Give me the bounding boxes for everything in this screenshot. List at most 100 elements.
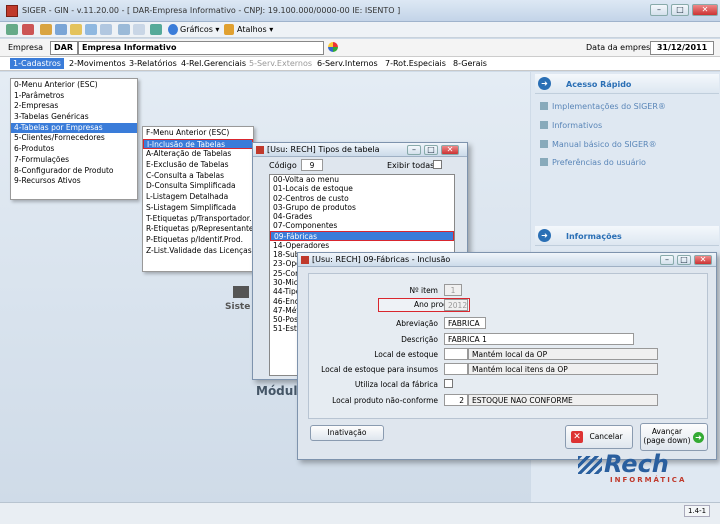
window-icon[interactable] xyxy=(118,24,130,35)
menu-item[interactable]: Z-List.Validade das Licenças xyxy=(143,246,253,257)
list-item[interactable]: 04-Grades xyxy=(270,212,454,221)
inativacao-button[interactable]: Inativação xyxy=(310,425,384,441)
link-informativos[interactable]: Informativos xyxy=(552,121,602,130)
menu-item-tabelas-empresas[interactable]: 4-Tabelas por Empresas xyxy=(11,122,137,134)
help-icon[interactable] xyxy=(150,24,162,35)
close-button[interactable]: ✕ xyxy=(441,145,459,155)
cadastros-menu: 0-Menu Anterior (ESC) 1-Parâmetros 2-Emp… xyxy=(10,78,138,200)
minimize-button[interactable]: – xyxy=(660,255,674,265)
menu-relatorios[interactable]: 3-Relatórios xyxy=(126,58,180,69)
empresa-name-field[interactable]: Empresa Informativo xyxy=(78,41,324,55)
data-empresa-label: Data da empresa xyxy=(586,43,656,52)
link-manual[interactable]: Manual básico do SIGER® xyxy=(552,140,657,149)
descricao-field[interactable]: FABRICA 1 xyxy=(444,333,634,345)
tipos-window-controls: – □ ✕ xyxy=(407,145,459,155)
app-icon xyxy=(6,5,18,17)
menu-serv-internos[interactable]: 6-Serv.Internos xyxy=(314,58,381,69)
graficos-menu[interactable]: Gráficos ▾ xyxy=(180,25,219,34)
restore-button[interactable]: □ xyxy=(677,255,691,265)
star-icon[interactable] xyxy=(70,24,82,35)
list-item[interactable]: 14-Operadores xyxy=(270,241,454,250)
home-icon[interactable] xyxy=(6,24,18,35)
menu-rot-especiais[interactable]: 7-Rot.Especiais xyxy=(382,58,449,69)
menu-item[interactable]: A-Alteração de Tabelas xyxy=(143,149,253,160)
avancar-button[interactable]: Avançar (page down) ➜ xyxy=(640,423,708,451)
menu-item[interactable]: 3-Tabelas Genéricas xyxy=(11,112,137,123)
link-implementacoes[interactable]: Implementações do SIGER® xyxy=(552,102,666,111)
fabricas-window-controls: – □ ✕ xyxy=(660,255,712,265)
menu-item[interactable]: 8-Configurador de Produto xyxy=(11,166,137,177)
exit-icon[interactable] xyxy=(22,24,34,35)
minimize-button[interactable]: – xyxy=(650,4,668,16)
menu-item[interactable]: R-Etiquetas p/Representantes xyxy=(143,224,257,235)
exibir-todas-checkbox[interactable] xyxy=(433,160,442,169)
menu-item[interactable]: C-Consulta a Tabelas xyxy=(143,171,253,182)
menu-item[interactable]: T-Etiquetas p/Transportador. xyxy=(143,214,253,225)
close-button[interactable]: ✕ xyxy=(694,255,712,265)
menu-cadastros[interactable]: 1-Cadastros xyxy=(10,58,64,69)
abreviacao-field[interactable]: FABRICA xyxy=(444,317,486,329)
menu-item[interactable]: 7-Formulações xyxy=(11,155,137,166)
menu-item[interactable]: 0-Menu Anterior (ESC) xyxy=(11,80,137,91)
shortcut-icon xyxy=(224,24,234,35)
empresa-code-field[interactable]: DAR xyxy=(50,41,78,55)
codigo-label: Código xyxy=(269,161,297,170)
menu-item[interactable]: 5-Clientes/Fornecedores xyxy=(11,133,137,144)
color-wheel-icon[interactable] xyxy=(328,42,338,52)
restore-button[interactable]: □ xyxy=(424,145,438,155)
minimize-button[interactable]: – xyxy=(407,145,421,155)
exibir-todas-label: Exibir todas xyxy=(387,161,435,170)
utiliza-local-checkbox[interactable] xyxy=(444,379,453,388)
menu-rel-gerenciais[interactable]: 4-Rel.Gerenciais xyxy=(178,58,249,69)
informacoes-header xyxy=(535,226,719,246)
wrench-icon xyxy=(540,102,548,110)
list-item[interactable]: 00-Volta ao menu xyxy=(270,175,454,184)
email-icon[interactable] xyxy=(100,24,112,35)
restore-button[interactable]: □ xyxy=(671,4,689,16)
nao-conforme-label: Local produto não-conforme xyxy=(332,396,438,405)
menu-serv-externos[interactable]: 5-Serv.Externos xyxy=(246,58,315,69)
local-insumos-label: Local de estoque para insumos xyxy=(321,365,438,374)
modulo-text: Módul xyxy=(256,384,298,398)
menu-item[interactable]: P-Etiquetas p/Identif.Prod. xyxy=(143,235,253,246)
menu-item[interactable]: E-Exclusão de Tabelas xyxy=(143,160,253,171)
folder-icon[interactable] xyxy=(40,24,52,35)
nao-conforme-code-field[interactable]: 2 xyxy=(444,394,468,406)
printer-icon[interactable] xyxy=(133,24,145,35)
close-button[interactable]: ✕ xyxy=(692,4,718,16)
local-estoque-code-field[interactable] xyxy=(444,348,468,360)
menu-item[interactable]: S-Listagem Simplificada xyxy=(143,203,253,214)
calculator-icon[interactable] xyxy=(55,24,67,35)
list-item[interactable]: 03-Grupo de produtos xyxy=(270,203,454,212)
avancar-label: Avançar xyxy=(651,427,683,436)
menu-item[interactable]: L-Listagem Detalhada xyxy=(143,192,253,203)
informatica-text: INFORMÁTICA xyxy=(610,476,687,484)
atalhos-menu[interactable]: Atalhos ▾ xyxy=(237,25,273,34)
window-title: SIGER - GIN - v.11.20.00 - [ DAR-Empresa… xyxy=(22,6,401,15)
avancar-sublabel: (page down) xyxy=(643,436,691,445)
list-item[interactable]: 02-Centros de custo xyxy=(270,194,454,203)
menu-gerais[interactable]: 8-Gerais xyxy=(450,58,490,69)
menu-item[interactable]: 6-Produtos xyxy=(11,144,137,155)
data-empresa-field[interactable]: 31/12/2011 xyxy=(650,41,714,55)
calendar-icon[interactable] xyxy=(85,24,97,35)
item-field: 1 xyxy=(444,284,462,296)
fabricas-inclusao-window: [Usu: RECH] 09-Fábricas - Inclusão – □ ✕… xyxy=(297,252,717,460)
link-preferencias[interactable]: Preferências do usuário xyxy=(552,158,646,167)
arrow-icon: ➜ xyxy=(538,77,551,90)
codigo-field[interactable]: 9 xyxy=(301,159,323,171)
list-item[interactable]: 07-Componentes xyxy=(270,221,454,230)
item-label: Nº item xyxy=(409,286,438,295)
menu-item[interactable]: 2-Empresas xyxy=(11,101,137,112)
menu-item-inclusao[interactable]: I-Inclusão de Tabelas xyxy=(143,138,253,150)
menu-item[interactable]: D-Consulta Simplificada xyxy=(143,181,253,192)
menu-item[interactable]: 1-Parâmetros xyxy=(11,91,137,102)
cancelar-button[interactable]: ✕ Cancelar xyxy=(565,425,633,449)
list-item-fabricas[interactable]: 09-Fábricas xyxy=(270,230,454,241)
menu-movimentos[interactable]: 2-Movimentos xyxy=(66,58,129,69)
menu-item[interactable]: F-Menu Anterior (ESC) xyxy=(143,128,253,139)
local-insumos-code-field[interactable] xyxy=(444,363,468,375)
list-item[interactable]: 01-Locais de estoque xyxy=(270,184,454,193)
rech-logo: Rech xyxy=(604,450,669,478)
menu-item[interactable]: 9-Recursos Ativos xyxy=(11,176,137,187)
